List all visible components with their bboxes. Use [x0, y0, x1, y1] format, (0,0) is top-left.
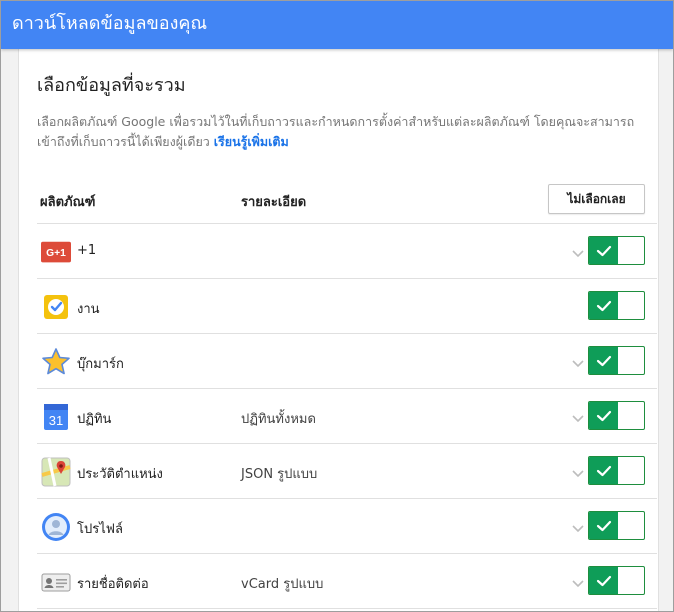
product-row: โปรไฟล์ — [37, 499, 657, 554]
column-header-details: รายละเอียด — [241, 195, 307, 210]
check-icon — [589, 402, 618, 429]
include-toggle[interactable] — [588, 456, 645, 485]
svg-text:G+1: G+1 — [46, 248, 66, 259]
include-toggle[interactable] — [588, 401, 645, 430]
product-name: ประวัติตำแหน่ง — [77, 467, 163, 482]
section-description: เลือกผลิตภัณฑ์ Google เพื่อรวมไว้ในที่เก… — [37, 112, 649, 152]
product-detail: ปฏิทินทั้งหมด — [241, 412, 316, 427]
section-title: เลือกข้อมูลที่จะรวม — [37, 75, 186, 96]
google-plus-one-icon: G+1 — [41, 237, 71, 267]
product-row: G+1 +1 — [37, 224, 657, 279]
contacts-card-icon — [41, 567, 71, 597]
header-title: ดาวน์โหลดข้อมูลของคุณ — [12, 13, 208, 34]
check-icon — [589, 237, 618, 264]
check-icon — [589, 512, 618, 539]
chevron-down-icon[interactable] — [571, 245, 585, 258]
svg-text:31: 31 — [49, 413, 63, 428]
product-row: 31 ปฏิทิน ปฏิทินทั้งหมด — [37, 389, 657, 444]
check-icon — [589, 292, 618, 319]
location-history-map-icon — [41, 457, 71, 487]
profile-icon — [41, 512, 71, 542]
bookmarks-star-icon — [41, 347, 71, 377]
chevron-down-icon[interactable] — [571, 355, 585, 368]
include-toggle[interactable] — [588, 511, 645, 540]
product-row: บุ๊กมาร์ก — [37, 334, 657, 389]
header-bar: ดาวน์โหลดข้อมูลของคุณ — [1, 1, 673, 49]
product-name: ปฏิทิน — [77, 412, 112, 427]
check-icon — [589, 567, 618, 594]
product-detail: vCard รูปแบบ — [241, 577, 324, 592]
deselect-all-button[interactable]: ไม่เลือกเลย — [548, 184, 645, 214]
product-name: รายชื่อติดต่อ — [77, 577, 149, 592]
description-text: เลือกผลิตภัณฑ์ Google เพื่อรวมไว้ในที่เก… — [37, 114, 635, 149]
tasks-icon — [41, 292, 71, 322]
chevron-down-icon[interactable] — [571, 465, 585, 478]
product-detail: JSON รูปแบบ — [241, 467, 318, 482]
chevron-down-icon[interactable] — [571, 575, 585, 588]
product-name: โปรไฟล์ — [77, 522, 123, 537]
app-window: ดาวน์โหลดข้อมูลของคุณ เลือกข้อมูลที่จะรว… — [0, 0, 674, 612]
product-name: +1 — [77, 243, 97, 258]
chevron-down-icon[interactable] — [571, 520, 585, 533]
check-icon — [589, 457, 618, 484]
product-name: บุ๊กมาร์ก — [77, 357, 124, 372]
column-header-product: ผลิตภัณฑ์ — [40, 195, 96, 210]
calendar-icon: 31 — [41, 402, 71, 432]
content-card: เลือกข้อมูลที่จะรวม เลือกผลิตภัณฑ์ Googl… — [18, 49, 659, 611]
include-toggle[interactable] — [588, 236, 645, 265]
chevron-down-icon[interactable] — [571, 410, 585, 423]
product-row: รายชื่อติดต่อ vCard รูปแบบ — [37, 554, 657, 609]
product-row: งาน — [37, 279, 657, 334]
learn-more-link[interactable]: เรียนรู้เพิ่มเติม — [214, 134, 289, 149]
include-toggle[interactable] — [588, 566, 645, 595]
product-row: ประวัติตำแหน่ง JSON รูปแบบ — [37, 444, 657, 499]
include-toggle[interactable] — [588, 346, 645, 375]
include-toggle[interactable] — [588, 291, 645, 320]
product-name: งาน — [77, 302, 100, 317]
check-icon — [589, 347, 618, 374]
